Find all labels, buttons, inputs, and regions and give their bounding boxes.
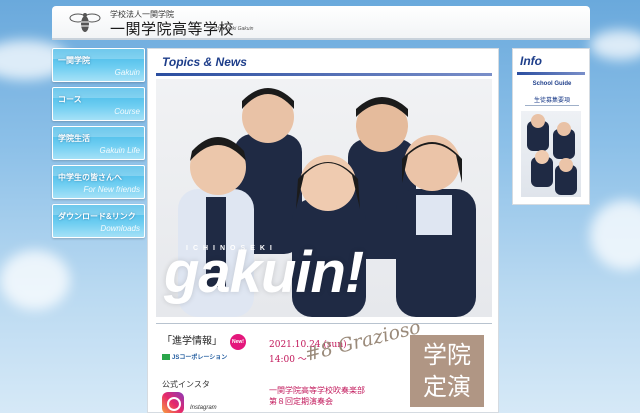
nav-item-course[interactable]: コース Course xyxy=(52,87,145,121)
photo-brand: gakuin! xyxy=(164,240,364,305)
concert-badge[interactable]: 学院 定演 xyxy=(410,335,484,407)
info-panel: Info School Guide 生徒募集要項 xyxy=(512,48,590,205)
school-guide-thumbnail[interactable] xyxy=(521,111,581,197)
nav-item-gakuin[interactable]: 一関学院 Gakuin xyxy=(52,48,145,82)
school-name-en: Ichinoseki Gakuin xyxy=(214,26,254,32)
nav-item-label: コース xyxy=(58,95,82,104)
nav-item-label: 中学生の皆さんへ xyxy=(58,173,122,182)
info-rule xyxy=(517,72,585,75)
nav-item-sublabel: For New friends xyxy=(83,185,140,194)
concert-time: 14:00 〜 xyxy=(269,355,307,365)
shingaku-link[interactable]: 「進学情報」 xyxy=(162,332,222,347)
nav-item-label: 一関学院 xyxy=(58,56,90,65)
js-logo-text: JSコーポレーション xyxy=(172,355,228,361)
info-title: Info xyxy=(520,54,542,68)
new-badge: New! xyxy=(230,334,246,350)
nav-item-downloads[interactable]: ダウンロード&リンク Downloads xyxy=(52,204,145,238)
section-divider xyxy=(156,323,492,324)
nav-item-sublabel: Downloads xyxy=(100,224,140,233)
nav-item-label: ダウンロード&リンク xyxy=(58,212,136,221)
nav-item-sublabel: Course xyxy=(114,107,140,116)
nav-item-label: 学院生活 xyxy=(58,134,90,143)
nav-item-new-friends[interactable]: 中学生の皆さんへ For New friends xyxy=(52,165,145,199)
instagram-label: 公式インスタ xyxy=(162,380,210,389)
concert-badge-line1: 学院 xyxy=(423,341,471,369)
topics-title: Topics & News xyxy=(162,55,247,69)
hero-photo[interactable]: ICHINOSEKI gakuin! xyxy=(156,79,492,317)
nav-item-sublabel: Gakuin Life xyxy=(99,146,140,155)
sidebar-nav: 一関学院 Gakuin コース Course 学院生活 Gakuin Life … xyxy=(52,48,145,243)
js-corporation-link[interactable]: JSコーポレーション xyxy=(162,352,227,361)
instagram-icon[interactable] xyxy=(162,392,184,413)
nav-item-sublabel: Gakuin xyxy=(114,68,140,77)
instagram-text[interactable]: Instagram xyxy=(190,405,217,411)
concert-organizer: 一関学院高等学校吹奏楽部 xyxy=(269,386,365,395)
guide-rule xyxy=(525,105,579,106)
guide-cover-illustration xyxy=(527,114,577,195)
admission-guide-link[interactable]: 生徒募集要項 xyxy=(513,95,591,104)
concert-badge-line2: 定演 xyxy=(423,373,471,401)
nav-item-gakuin-life[interactable]: 学院生活 Gakuin Life xyxy=(52,126,145,160)
js-logo-icon xyxy=(162,354,170,361)
site-header: 学校法人一関学院 一関学院高等学校 Ichinoseki Gakuin xyxy=(52,6,590,40)
topics-panel: Topics & News ICHINOSEKI gakuin! 「進学情報」 … xyxy=(147,48,499,413)
page: 学校法人一関学院 一関学院高等学校 Ichinoseki Gakuin 一関学院… xyxy=(52,6,590,413)
bee-icon[interactable] xyxy=(68,9,102,35)
concert-event-name: 第８回定期演奏会 xyxy=(269,397,333,406)
school-guide-link[interactable]: School Guide xyxy=(513,81,591,87)
title-rule xyxy=(156,73,492,76)
